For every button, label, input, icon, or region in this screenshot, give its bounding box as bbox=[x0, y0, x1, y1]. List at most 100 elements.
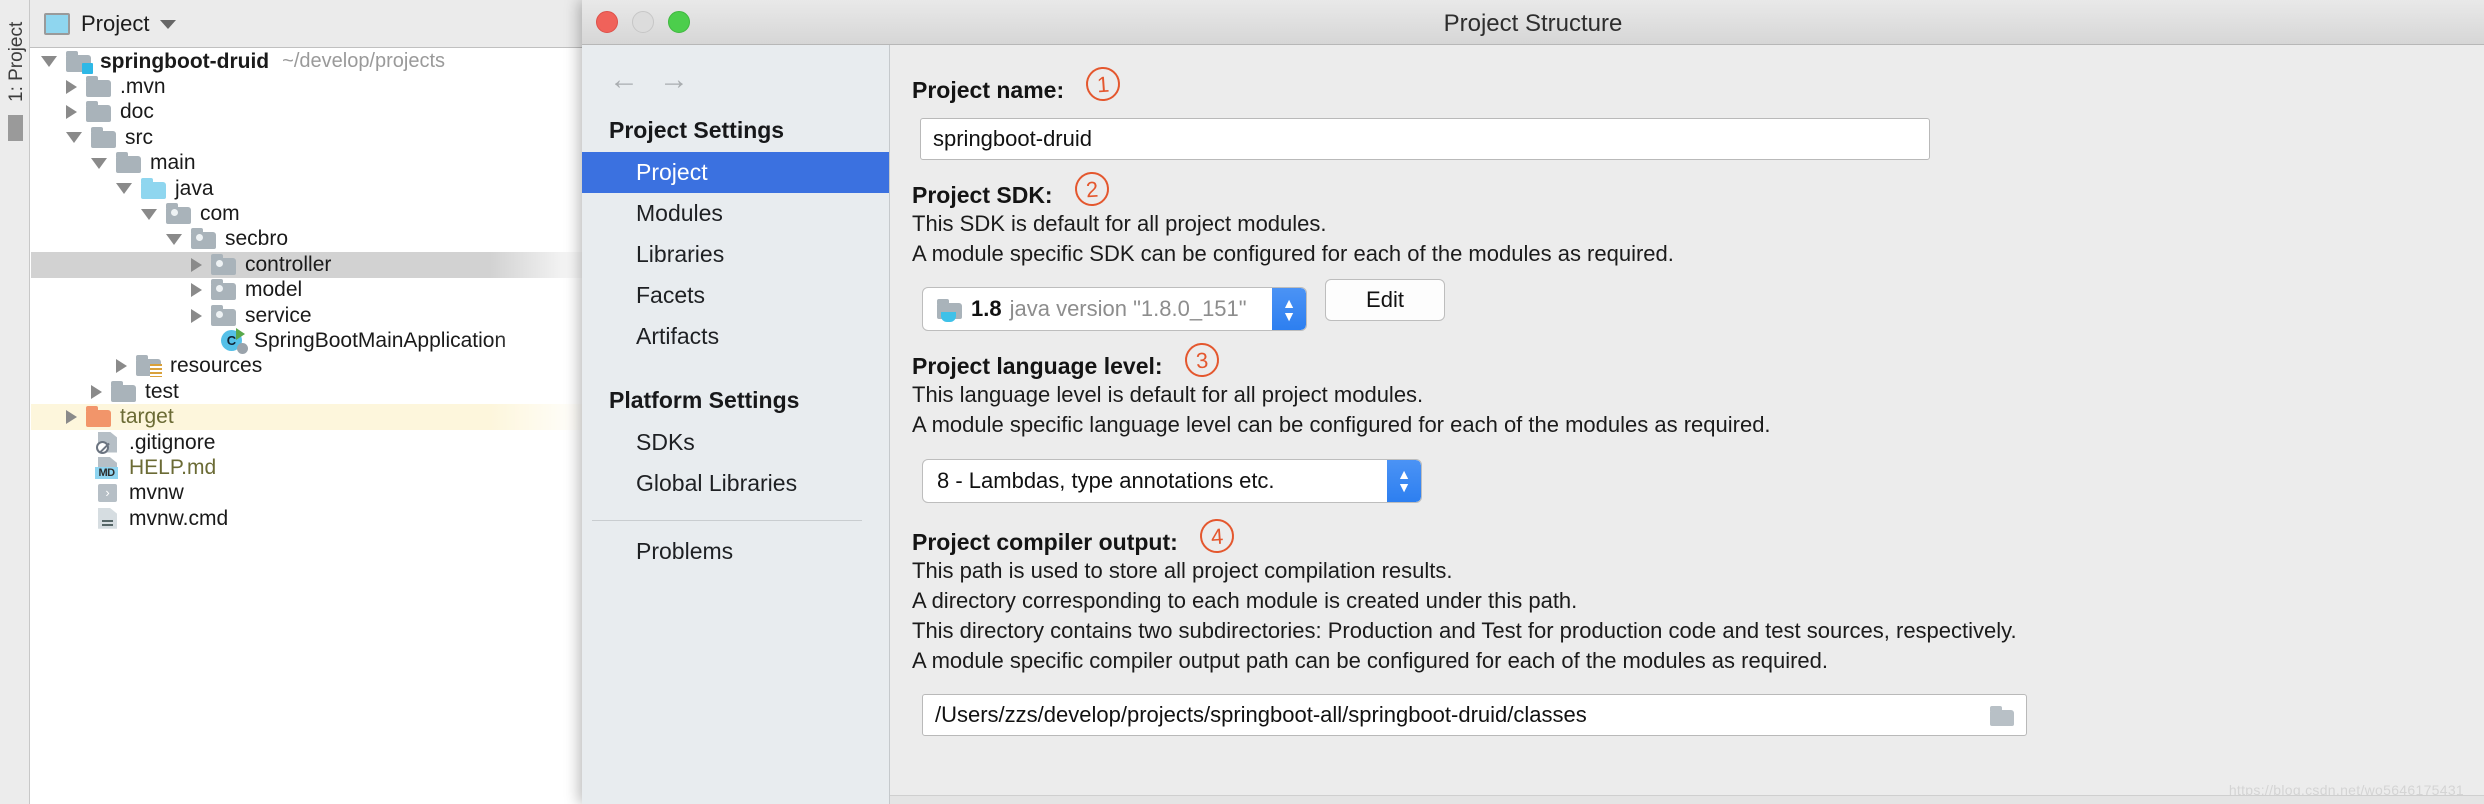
project-sdk-combobox[interactable]: 1.8 java version "1.8.0_151" ▲ ▼ bbox=[922, 287, 1307, 332]
annotation-badge-1: 1 bbox=[1084, 65, 1122, 103]
language-level-label: Project language level: bbox=[912, 353, 1163, 380]
project-sdk-section: Project SDK: 2 This SDK is default for a… bbox=[900, 170, 2484, 332]
java-sdk-folder-icon bbox=[937, 298, 962, 322]
tree-row[interactable]: secbro bbox=[31, 227, 671, 252]
tree-row[interactable]: .gitignore bbox=[31, 430, 671, 455]
chevron-down-icon[interactable] bbox=[160, 19, 177, 29]
chevron-right-icon[interactable] bbox=[66, 105, 77, 120]
sidebar-item-sdks[interactable]: SDKs bbox=[582, 422, 889, 463]
tree-row[interactable]: controller bbox=[31, 252, 671, 278]
folder-icon bbox=[111, 380, 136, 402]
module-folder-icon bbox=[66, 50, 93, 74]
compiler-output-path-input[interactable]: /Users/zzs/develop/projects/springboot-a… bbox=[922, 694, 2027, 736]
tree-row-label: secbro bbox=[225, 227, 289, 251]
dialog-titlebar[interactable]: Project Structure bbox=[582, 0, 2484, 45]
compiler-output-section: Project compiler output: 4 This path is … bbox=[900, 517, 2484, 736]
tree-row-label: springboot-druid bbox=[100, 49, 270, 73]
arrow-left-icon[interactable]: ← bbox=[609, 65, 639, 95]
tree-row[interactable]: .mvn bbox=[31, 74, 671, 99]
chevron-down-icon[interactable] bbox=[166, 233, 182, 245]
dialog-title: Project Structure bbox=[1443, 10, 1623, 37]
scrollbar-thumb[interactable] bbox=[8, 115, 23, 141]
project-sdk-desc-line-2: A module specific SDK can be configured … bbox=[912, 241, 1674, 267]
chevron-right-icon[interactable] bbox=[191, 283, 202, 298]
chevron-right-icon[interactable] bbox=[91, 384, 102, 399]
project-view-label: Project bbox=[81, 11, 150, 36]
tree-row[interactable]: › mvnw bbox=[31, 481, 671, 506]
tree-row[interactable]: target bbox=[31, 404, 671, 430]
tree-row-label: model bbox=[245, 278, 303, 302]
sidebar-item-libraries[interactable]: Libraries bbox=[582, 234, 889, 275]
tree-row[interactable]: resources bbox=[31, 354, 671, 379]
java-class-runnable-icon: C bbox=[220, 327, 248, 354]
stepper-icon[interactable]: ▲ ▼ bbox=[1272, 288, 1306, 331]
arrow-right-icon[interactable]: → bbox=[659, 65, 689, 95]
compiler-output-desc-line-4: A module specific compiler output path c… bbox=[912, 647, 1828, 673]
nav-group-project-settings: Project Settings bbox=[609, 117, 785, 143]
text-file-icon bbox=[95, 507, 120, 529]
tree-row-label: test bbox=[145, 379, 179, 403]
stepper-icon[interactable]: ▲ ▼ bbox=[1387, 459, 1421, 502]
sidebar-item-global-libraries[interactable]: Global Libraries bbox=[582, 463, 889, 504]
chevron-down-icon[interactable] bbox=[116, 183, 132, 195]
annotation-badge-3: 3 bbox=[1183, 342, 1220, 379]
chevron-right-icon[interactable] bbox=[66, 80, 77, 95]
chevron-down-icon[interactable] bbox=[41, 56, 57, 68]
sidebar-item-problems[interactable]: Problems bbox=[582, 531, 889, 572]
tree-row[interactable]: service bbox=[31, 303, 671, 328]
tree-row[interactable]: springboot-druid ~/develop/projects bbox=[31, 49, 671, 74]
tree-row-label: SpringBootMainApplication bbox=[254, 328, 507, 352]
sidebar-item-project[interactable]: Project bbox=[582, 152, 889, 193]
project-tool-window-tab[interactable]: 1: Project bbox=[6, 12, 28, 102]
chevron-right-icon[interactable] bbox=[191, 257, 202, 272]
tree-row[interactable]: mvnw.cmd bbox=[31, 506, 671, 531]
dialog-body: ← → Project Settings Project Modules Lib… bbox=[582, 45, 2484, 804]
chevron-down-icon[interactable] bbox=[141, 208, 157, 220]
annotation-badge-4: 4 bbox=[1198, 517, 1235, 554]
tree-row[interactable]: MD HELP.md bbox=[31, 455, 671, 480]
package-icon bbox=[191, 228, 216, 250]
nav-group-platform-settings: Platform Settings bbox=[609, 387, 800, 413]
tree-row-label: .mvn bbox=[120, 75, 166, 99]
tool-window-strip: 1: Project bbox=[0, 0, 30, 804]
sidebar-item-artifacts[interactable]: Artifacts bbox=[582, 316, 889, 357]
tree-row[interactable]: test bbox=[31, 379, 671, 404]
compiler-output-label-row: Project compiler output: 4 bbox=[900, 517, 2484, 556]
sidebar-item-facets[interactable]: Facets bbox=[582, 275, 889, 316]
screen-root: 1: Project Project springboot-druid ~/dev… bbox=[0, 0, 2484, 804]
chevron-right-icon[interactable] bbox=[116, 359, 127, 374]
project-name-label: Project name: bbox=[912, 77, 1065, 103]
tree-row-label: mvnw bbox=[129, 481, 184, 505]
chevron-down-icon[interactable] bbox=[91, 157, 107, 169]
project-view-selector[interactable]: Project bbox=[36, 6, 184, 42]
edit-sdk-button[interactable]: Edit bbox=[1325, 279, 1445, 322]
language-level-desc-line-2: A module specific language level can be … bbox=[912, 412, 1771, 438]
compiler-output-desc-line-3: This directory contains two subdirectori… bbox=[912, 617, 2017, 643]
language-level-combobox[interactable]: 8 - Lambdas, type annotations etc. ▲ ▼ bbox=[922, 458, 1422, 503]
tree-row[interactable]: src bbox=[31, 125, 671, 150]
chevron-down-icon[interactable] bbox=[66, 132, 82, 144]
tree-row[interactable]: java bbox=[31, 176, 671, 201]
project-file-tree[interactable]: springboot-druid ~/develop/projects .mvn do… bbox=[31, 49, 671, 804]
tree-row[interactable]: doc bbox=[31, 100, 671, 125]
project-name-input[interactable]: springboot-druid bbox=[920, 118, 1930, 160]
language-level-value: 8 - Lambdas, type annotations etc. bbox=[937, 467, 1275, 493]
dialog-status-bar bbox=[890, 795, 2484, 804]
project-sdk-controls: 1.8 java version "1.8.0_151" ▲ ▼ Edit bbox=[900, 269, 2484, 332]
compiler-output-label: Project compiler output: bbox=[912, 528, 1178, 555]
project-sdk-label-row: Project SDK: 2 bbox=[900, 170, 2484, 209]
compiler-output-desc-line-2: A directory corresponding to each module… bbox=[912, 587, 1578, 613]
sidebar-item-modules[interactable]: Modules bbox=[582, 193, 889, 234]
chevron-right-icon[interactable] bbox=[66, 410, 77, 425]
language-level-section: Project language level: 3 This language … bbox=[900, 342, 2484, 503]
tree-row[interactable]: main bbox=[31, 151, 671, 176]
tree-row[interactable]: C SpringBootMainApplication bbox=[31, 327, 671, 354]
browse-folder-icon[interactable] bbox=[1990, 705, 2016, 726]
package-icon bbox=[211, 304, 236, 326]
tree-row[interactable]: model bbox=[31, 278, 671, 303]
language-level-label-row: Project language level: 3 bbox=[900, 342, 2484, 380]
compiler-output-path-value: /Users/zzs/develop/projects/springboot-a… bbox=[935, 702, 1587, 727]
tree-row[interactable]: com bbox=[31, 201, 671, 226]
tree-row-label: target bbox=[120, 405, 174, 429]
chevron-right-icon[interactable] bbox=[191, 308, 202, 323]
